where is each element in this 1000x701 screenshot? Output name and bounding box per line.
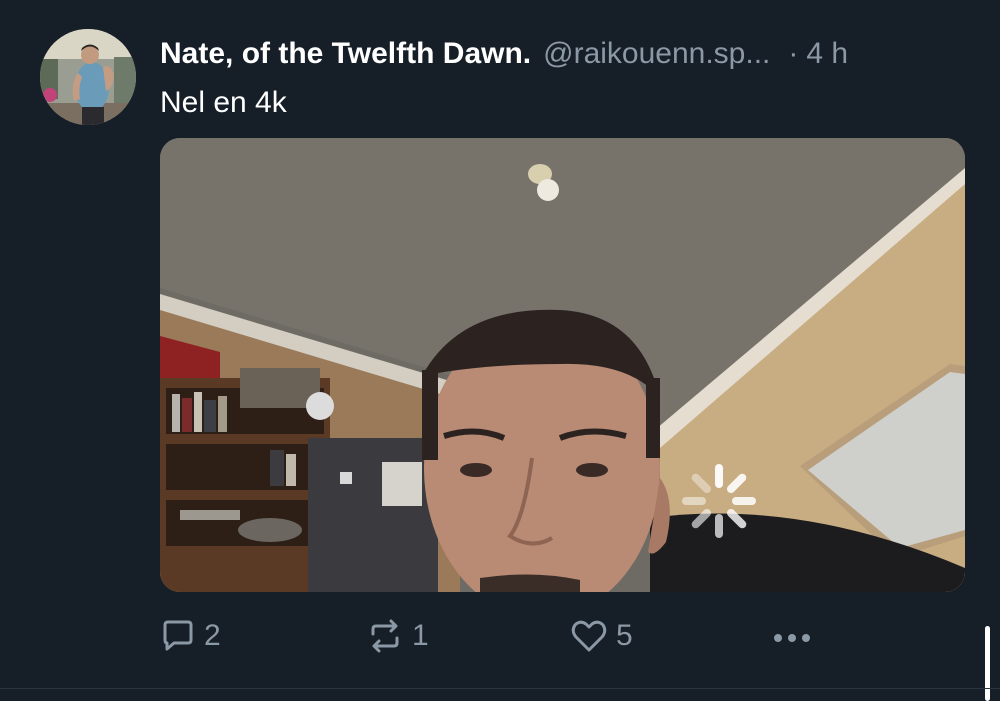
heart-icon	[570, 618, 608, 654]
video-frame	[160, 138, 965, 592]
author-display-name[interactable]: Nate, of the Twelfth Dawn.	[160, 34, 531, 74]
avatar-photo	[40, 29, 136, 125]
scrollbar-thumb[interactable]	[985, 626, 990, 701]
author-avatar[interactable]	[40, 29, 136, 125]
like-button[interactable]: 5	[570, 612, 633, 660]
post-header: Nate, of the Twelfth Dawn. @raikouenn.sp…	[160, 34, 970, 74]
post-divider	[0, 688, 1000, 689]
post-actions: 2 1 5	[160, 612, 965, 660]
reply-button[interactable]: 2	[160, 612, 221, 660]
post: Nate, of the Twelfth Dawn. @raikouenn.sp…	[0, 0, 1000, 701]
loading-spinner-icon	[682, 464, 756, 538]
repost-count: 1	[412, 619, 429, 652]
more-options-button[interactable]	[772, 612, 812, 660]
post-timestamp[interactable]: 4 h	[806, 34, 848, 74]
repost-button[interactable]: 1	[366, 612, 429, 660]
more-options-icon	[772, 618, 812, 654]
reply-count: 2	[204, 619, 221, 652]
like-count: 5	[616, 619, 633, 652]
post-video[interactable]	[160, 138, 965, 592]
author-handle[interactable]: @raikouenn.sp...	[543, 34, 770, 74]
repost-icon	[366, 618, 404, 654]
post-text: Nel en 4k	[160, 86, 287, 119]
reply-icon	[160, 618, 196, 654]
separator-dot: ·	[788, 37, 799, 70]
